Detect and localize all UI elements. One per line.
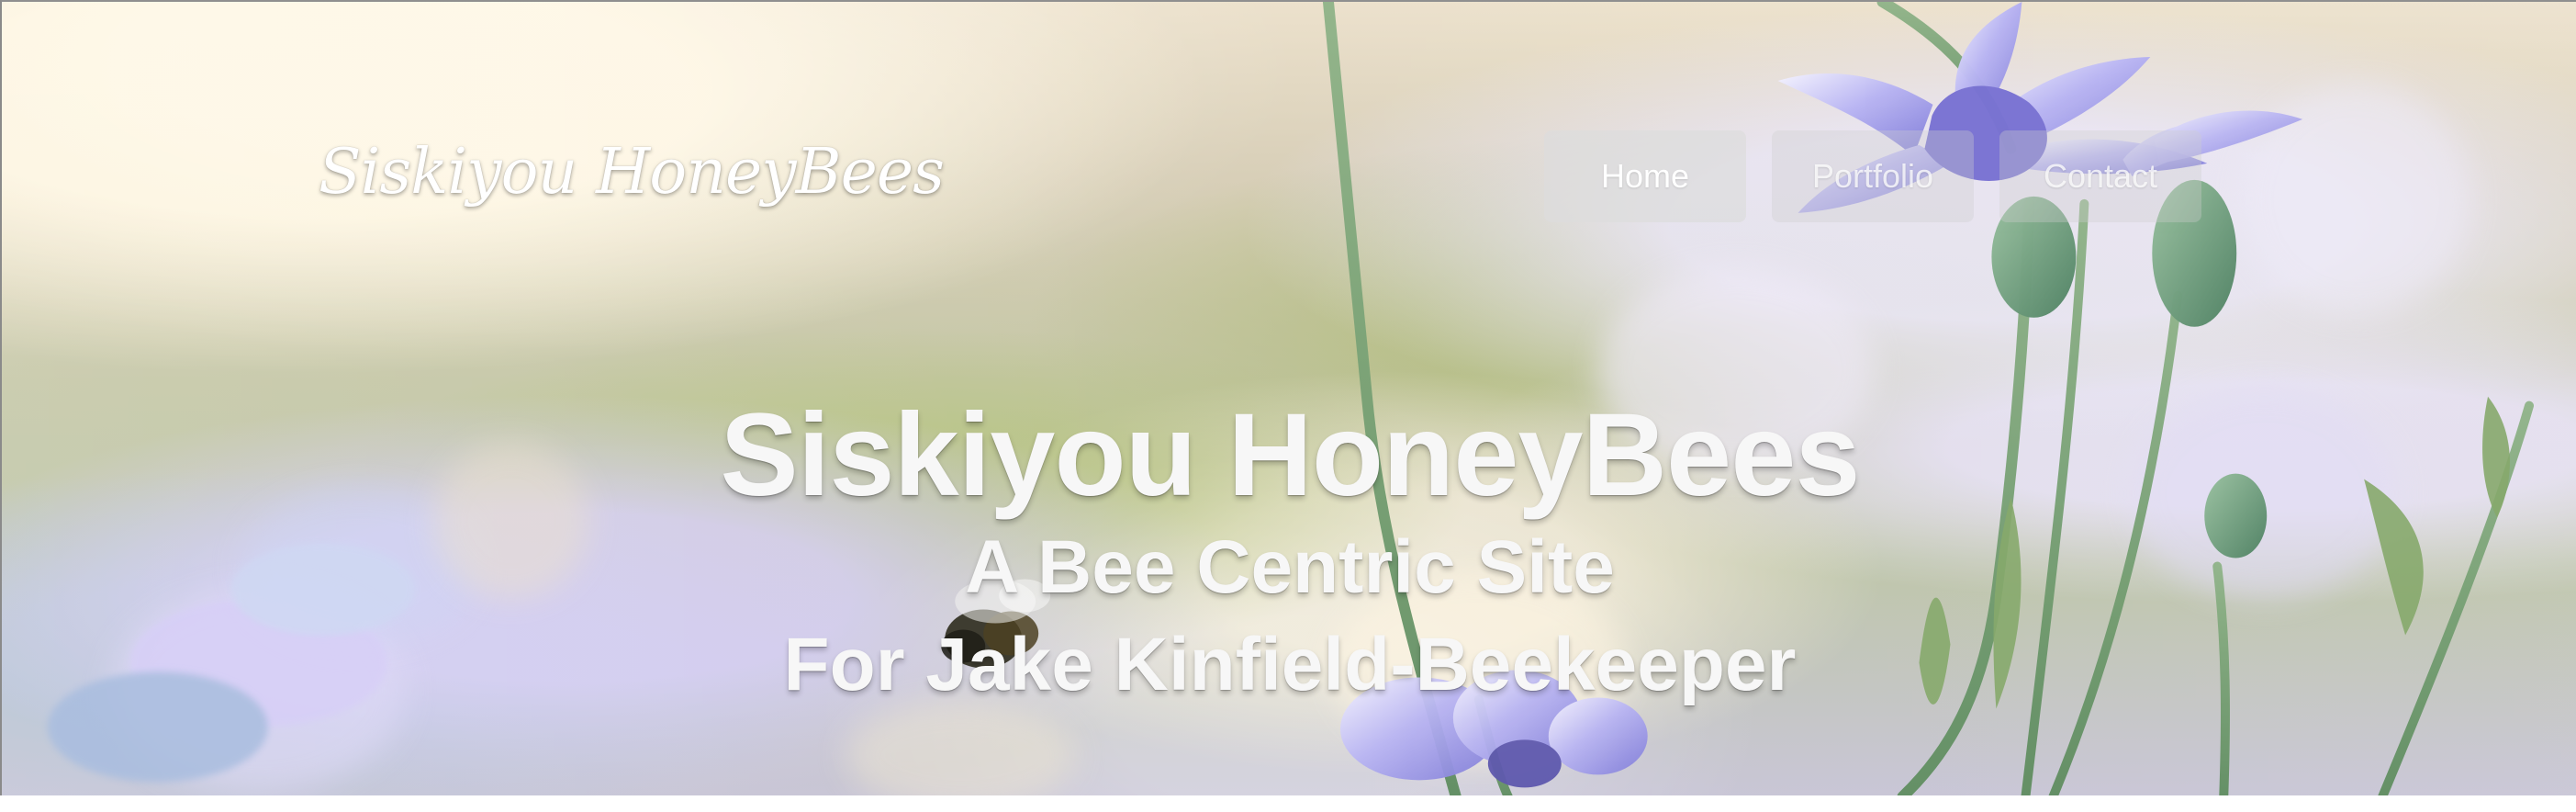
background-blur-spot <box>2242 85 2471 314</box>
background-blur-spot <box>846 700 1076 795</box>
homepage: Siskiyou HoneyBees Home Portfolio Contac… <box>0 0 2576 812</box>
hero-subtitle-secondary: For Jake Kinfield-Beekeeper <box>783 623 1797 707</box>
hero-title: Siskiyou HoneyBees <box>720 389 1860 521</box>
nav-portfolio[interactable]: Portfolio <box>1772 130 1974 222</box>
page-bottom-strip <box>0 795 2576 812</box>
hero-subtitle-primary: A Bee Centric Site <box>965 525 1615 610</box>
hero-banner: Siskiyou HoneyBees Home Portfolio Contac… <box>0 0 2576 795</box>
nav-home[interactable]: Home <box>1544 130 1746 222</box>
site-logo[interactable]: Siskiyou HoneyBees <box>319 136 945 209</box>
nav-contact[interactable]: Contact <box>1999 130 2201 222</box>
main-navigation: Home Portfolio Contact <box>1544 130 2201 222</box>
